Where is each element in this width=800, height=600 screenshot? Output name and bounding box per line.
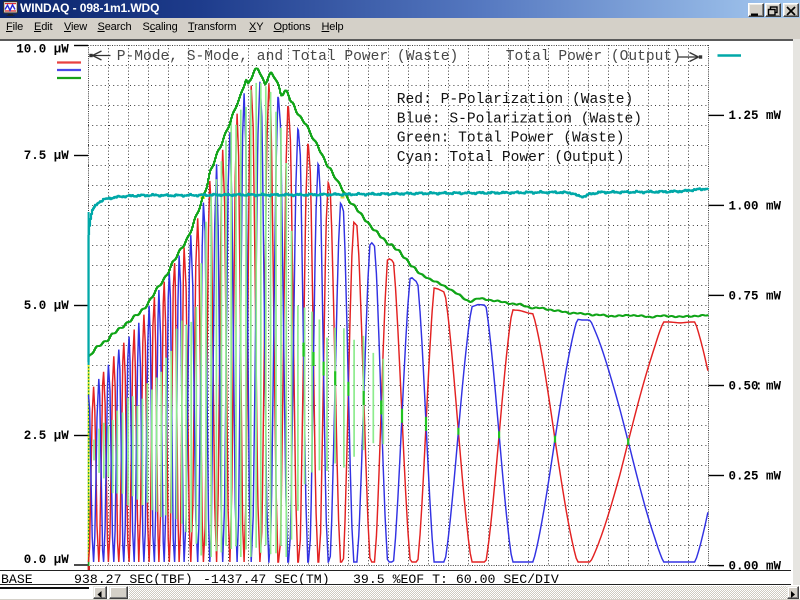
- svg-text:Blue: S-Polarization (Waste): Blue: S-Polarization (Waste): [397, 111, 642, 127]
- svg-text:Total Power (Output): Total Power (Output): [506, 49, 681, 65]
- svg-text::: :: [755, 379, 763, 393]
- svg-text:Green: Total Power (Waste): Green: Total Power (Waste): [397, 131, 625, 147]
- svg-text:0.75 mW: 0.75 mW: [729, 289, 782, 303]
- svg-text:Red: P-Polarization (Waste): Red: P-Polarization (Waste): [397, 92, 633, 108]
- svg-text:5.0 µW: 5.0 µW: [24, 299, 70, 313]
- svg-text:0.0 µW: 0.0 µW: [24, 553, 70, 567]
- svg-text:0.25 mW: 0.25 mW: [729, 469, 782, 483]
- svg-text:1.25 mW: 1.25 mW: [729, 109, 782, 123]
- svg-text:2.5 µW: 2.5 µW: [24, 429, 70, 443]
- svg-text:1.00 mW: 1.00 mW: [729, 199, 782, 213]
- svg-text:Cyan: Total Power (Output): Cyan: Total Power (Output): [397, 150, 625, 166]
- svg-text:10.0 µW: 10.0 µW: [16, 43, 69, 57]
- svg-text:P-Mode, S-Mode, and Total Powe: P-Mode, S-Mode, and Total Power (Waste): [117, 49, 459, 65]
- svg-text:7.5 µW: 7.5 µW: [24, 149, 70, 163]
